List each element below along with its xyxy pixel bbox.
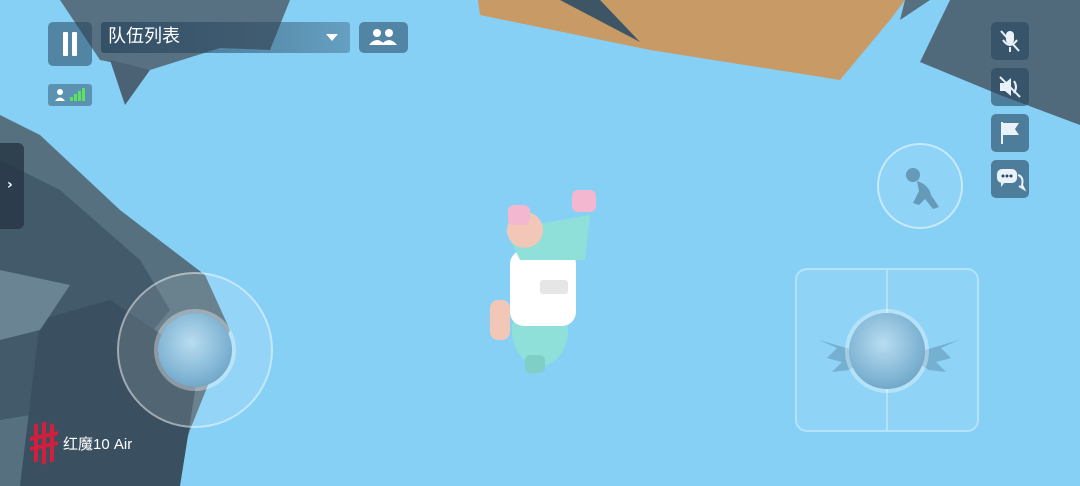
team-icon <box>369 29 397 45</box>
speaker-mute-button[interactable] <box>991 68 1029 106</box>
mic-muted-icon <box>1000 30 1020 52</box>
action-button[interactable] <box>877 143 963 229</box>
speaker-muted-icon <box>999 76 1021 98</box>
chat-icon <box>997 169 1027 192</box>
brand-logo-icon <box>30 421 58 465</box>
mic-mute-button[interactable] <box>991 22 1029 60</box>
crate <box>478 0 905 80</box>
signal-indicator <box>48 84 92 106</box>
signal-icon <box>55 88 85 101</box>
rock-top-right <box>920 0 1080 125</box>
player-character <box>490 190 596 373</box>
side-panel-toggle[interactable]: › <box>0 143 24 229</box>
team-button[interactable] <box>359 22 408 53</box>
device-watermark: 红魔10 Air <box>63 436 133 453</box>
team-list-label: 队伍列表 <box>108 26 180 47</box>
grab-joystick-knob[interactable] <box>849 313 925 389</box>
team-list-dropdown[interactable]: 队伍列表 <box>101 22 350 53</box>
chevron-down-icon <box>326 34 338 41</box>
report-flag-button[interactable] <box>991 114 1029 152</box>
movement-joystick-knob[interactable] <box>158 313 232 387</box>
jump-figure-icon <box>906 168 939 209</box>
flag-icon <box>1001 122 1019 144</box>
chat-button[interactable] <box>991 160 1029 198</box>
pause-button[interactable] <box>48 22 92 66</box>
chevron-right-icon: › <box>7 177 13 193</box>
